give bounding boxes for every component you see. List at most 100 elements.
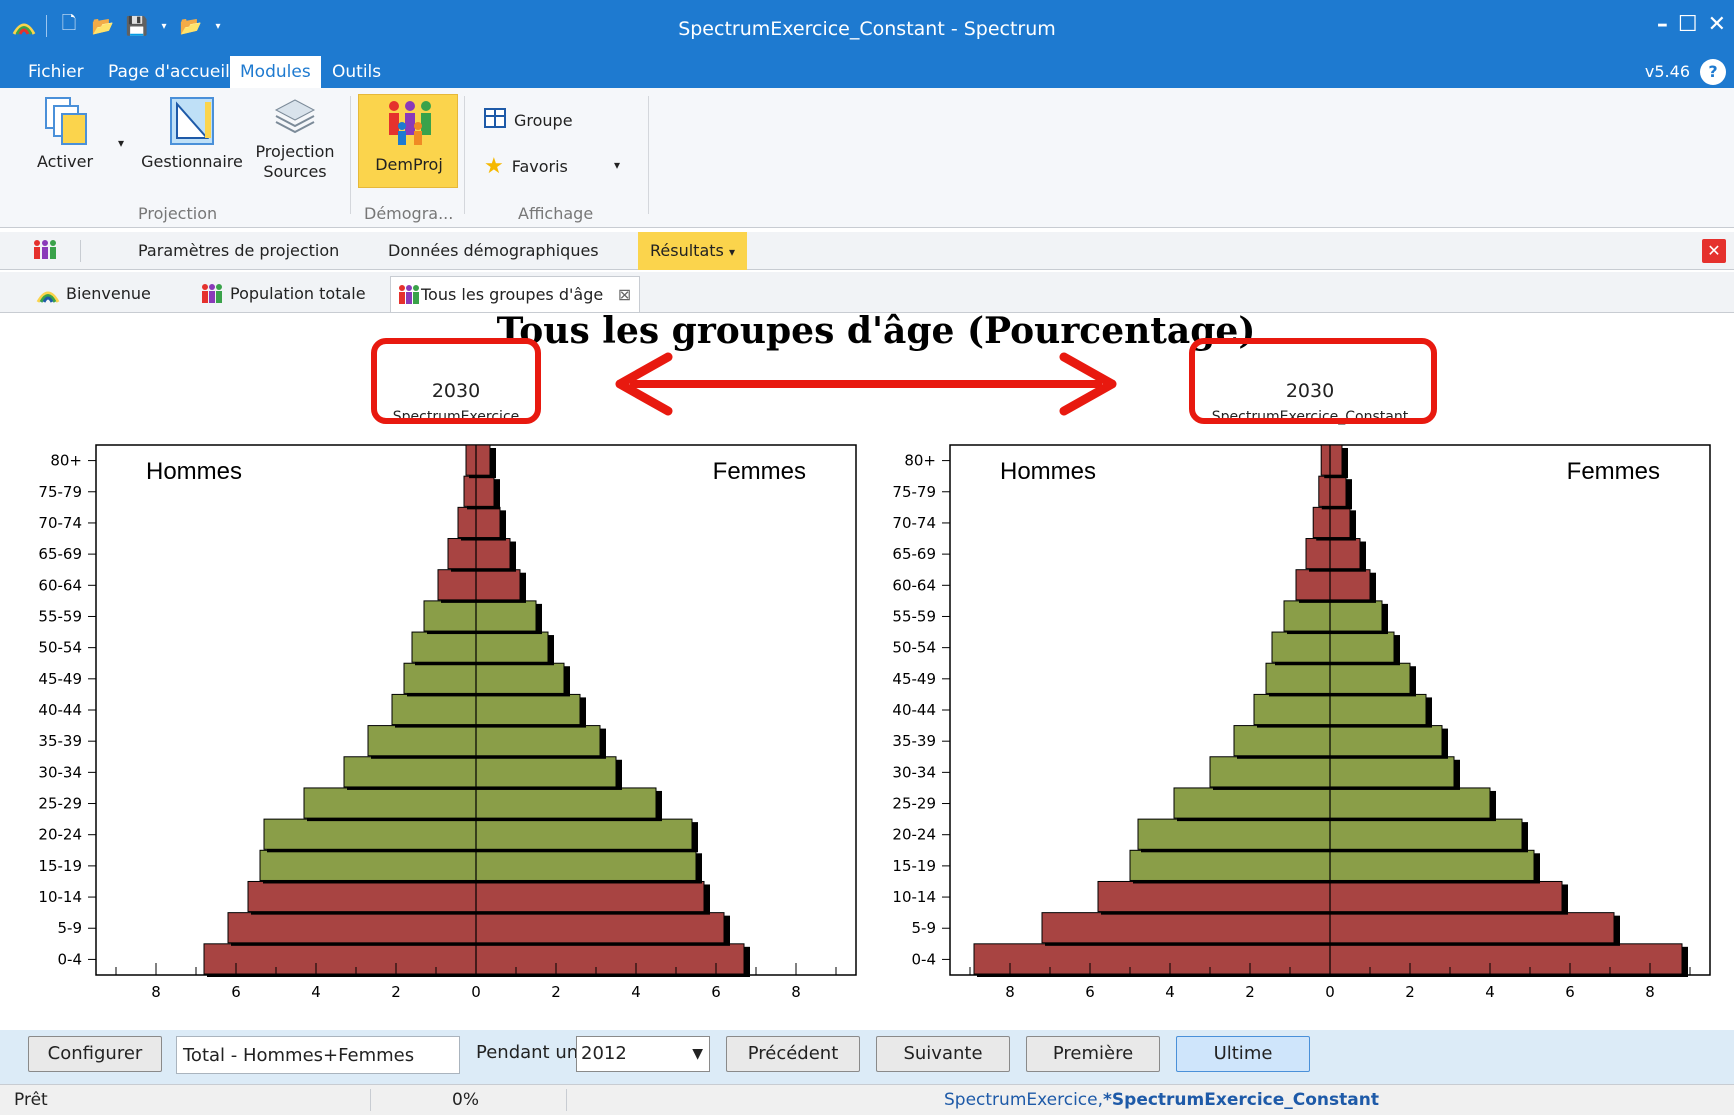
maximize-icon[interactable]: ☐ xyxy=(1678,12,1698,37)
age-tick-label: 60-64 xyxy=(38,576,82,594)
menu-fichier[interactable]: Fichier xyxy=(18,56,94,88)
parametres-projection-button[interactable]: Paramètres de projection xyxy=(138,232,339,270)
bar-women xyxy=(1329,600,1383,632)
gestionnaire-button[interactable]: Gestionnaire xyxy=(140,96,244,171)
bar-women xyxy=(475,693,581,726)
age-tick-label: 5-9 xyxy=(58,919,83,937)
configurer-button[interactable]: Configurer xyxy=(28,1036,162,1072)
layers-icon xyxy=(270,96,320,136)
bar-men xyxy=(1253,693,1331,726)
tab-population-totale[interactable]: Population totale xyxy=(200,276,366,312)
bar-women xyxy=(475,631,549,663)
tab-bienvenue[interactable]: Bienvenue xyxy=(36,276,151,312)
resultats-menu[interactable]: Résultats ▾ xyxy=(638,232,747,270)
help-icon[interactable]: ? xyxy=(1700,59,1726,85)
ribbon: Activer ▾ Gestionnaire Projection Source… xyxy=(0,88,1734,228)
age-tick-label: 60-64 xyxy=(892,576,936,594)
window-controls: – ☐ ✕ xyxy=(1657,12,1726,37)
bar-men xyxy=(1129,849,1331,881)
x-tick-label: 0 xyxy=(1325,983,1335,1001)
bar-men xyxy=(1312,506,1331,539)
demproj-small-icon xyxy=(32,238,58,266)
bar-men xyxy=(1271,631,1331,663)
age-tick-label: 30-34 xyxy=(38,763,82,781)
bar-men xyxy=(1283,600,1331,632)
star-icon: ★ xyxy=(484,154,504,179)
status-projections: SpectrumExercice,*SpectrumExercice_Const… xyxy=(944,1085,1379,1115)
age-tick-label: 30-34 xyxy=(892,763,936,781)
bar-men xyxy=(973,943,1331,975)
close-icon[interactable]: ✕ xyxy=(1708,12,1726,37)
bar-men xyxy=(1265,662,1331,694)
year-select[interactable]: 2012 ▼ xyxy=(576,1036,710,1072)
x-tick-label: 2 xyxy=(391,983,401,1001)
activer-dropdown-icon[interactable]: ▾ xyxy=(118,136,124,150)
precedent-button[interactable]: Précédent xyxy=(726,1036,860,1072)
total-display-field[interactable]: Total - Hommes+Femmes xyxy=(176,1036,460,1074)
favoris-button[interactable]: ★ Favoris xyxy=(484,154,568,179)
x-tick-label: 4 xyxy=(311,983,321,1001)
x-tick-label: 8 xyxy=(1645,983,1655,1001)
bar-men xyxy=(1173,787,1331,819)
age-tick-label: 20-24 xyxy=(892,826,936,844)
age-tick-label: 35-39 xyxy=(892,732,936,750)
group-label-projection: Projection xyxy=(138,204,218,223)
bar-men xyxy=(1305,538,1331,570)
age-tick-label: 25-29 xyxy=(892,795,936,813)
x-tick-label: 8 xyxy=(151,983,161,1001)
x-tick-label: 4 xyxy=(1165,983,1175,1001)
age-tick-label: 15-19 xyxy=(892,857,936,875)
bar-women xyxy=(1329,849,1535,881)
tab-population-label: Population totale xyxy=(230,284,366,303)
age-tick-label: 10-14 xyxy=(38,888,82,906)
age-tick-label: 50-54 xyxy=(892,639,936,657)
age-tick-label: 15-19 xyxy=(38,857,82,875)
bar-women xyxy=(475,506,501,539)
close-module-icon[interactable]: ✕ xyxy=(1702,239,1726,263)
bar-women xyxy=(475,849,697,881)
bar-women xyxy=(1329,506,1351,539)
projection-sources-button[interactable]: Projection Sources xyxy=(250,96,340,182)
menu-page-accueil[interactable]: Page d'accueil xyxy=(98,56,240,88)
bar-women xyxy=(475,756,617,788)
ultime-button[interactable]: Ultime xyxy=(1176,1036,1310,1072)
women-label: Femmes xyxy=(1567,458,1660,485)
groupe-button[interactable]: Groupe xyxy=(484,108,573,132)
age-tick-label: 40-44 xyxy=(892,701,936,719)
menu-outils[interactable]: Outils xyxy=(322,56,391,88)
x-tick-label: 0 xyxy=(471,983,481,1001)
status-projection-1: SpectrumExercice, xyxy=(944,1090,1104,1110)
x-tick-label: 4 xyxy=(631,983,641,1001)
x-tick-label: 8 xyxy=(791,983,801,1001)
chart-area: Tous les groupes d'âge (Pourcentage) 2030… xyxy=(0,310,1734,1030)
close-tab-icon[interactable]: ⊠ xyxy=(618,277,631,313)
minimize-icon[interactable]: – xyxy=(1657,12,1668,37)
bar-men xyxy=(1318,475,1331,507)
bar-women xyxy=(1329,693,1427,726)
bar-men xyxy=(263,818,477,850)
bar-women xyxy=(1329,662,1411,694)
demproj-button[interactable]: DemProj xyxy=(358,94,458,188)
favoris-dropdown-icon[interactable]: ▾ xyxy=(614,158,620,172)
activer-button[interactable]: Activer xyxy=(30,96,100,171)
tab-tous-groupes-age[interactable]: Tous les groupes d'âge ⊠ xyxy=(390,276,641,313)
x-tick-label: 6 xyxy=(231,983,241,1001)
suivante-button[interactable]: Suivante xyxy=(876,1036,1010,1072)
bar-women xyxy=(1329,444,1343,476)
bar-women xyxy=(475,725,601,757)
chevron-down-icon: ▾ xyxy=(728,245,735,259)
ruler-triangle-icon xyxy=(167,96,217,146)
menu-modules[interactable]: Modules xyxy=(230,56,321,88)
bar-women xyxy=(475,880,705,913)
bar-women xyxy=(1329,880,1563,913)
bar-men xyxy=(1295,569,1331,601)
age-tick-label: 45-49 xyxy=(892,670,936,688)
donnees-demographiques-button[interactable]: Données démographiques xyxy=(388,232,599,270)
bar-men xyxy=(457,506,477,539)
age-tick-label: 55-59 xyxy=(892,607,936,625)
bottom-controls: Configurer Total - Hommes+Femmes Pendant… xyxy=(0,1030,1734,1084)
bar-men xyxy=(259,849,477,881)
age-tick-label: 5-9 xyxy=(912,919,937,937)
premiere-button[interactable]: Première xyxy=(1026,1036,1160,1072)
favoris-label: Favoris xyxy=(511,157,568,176)
